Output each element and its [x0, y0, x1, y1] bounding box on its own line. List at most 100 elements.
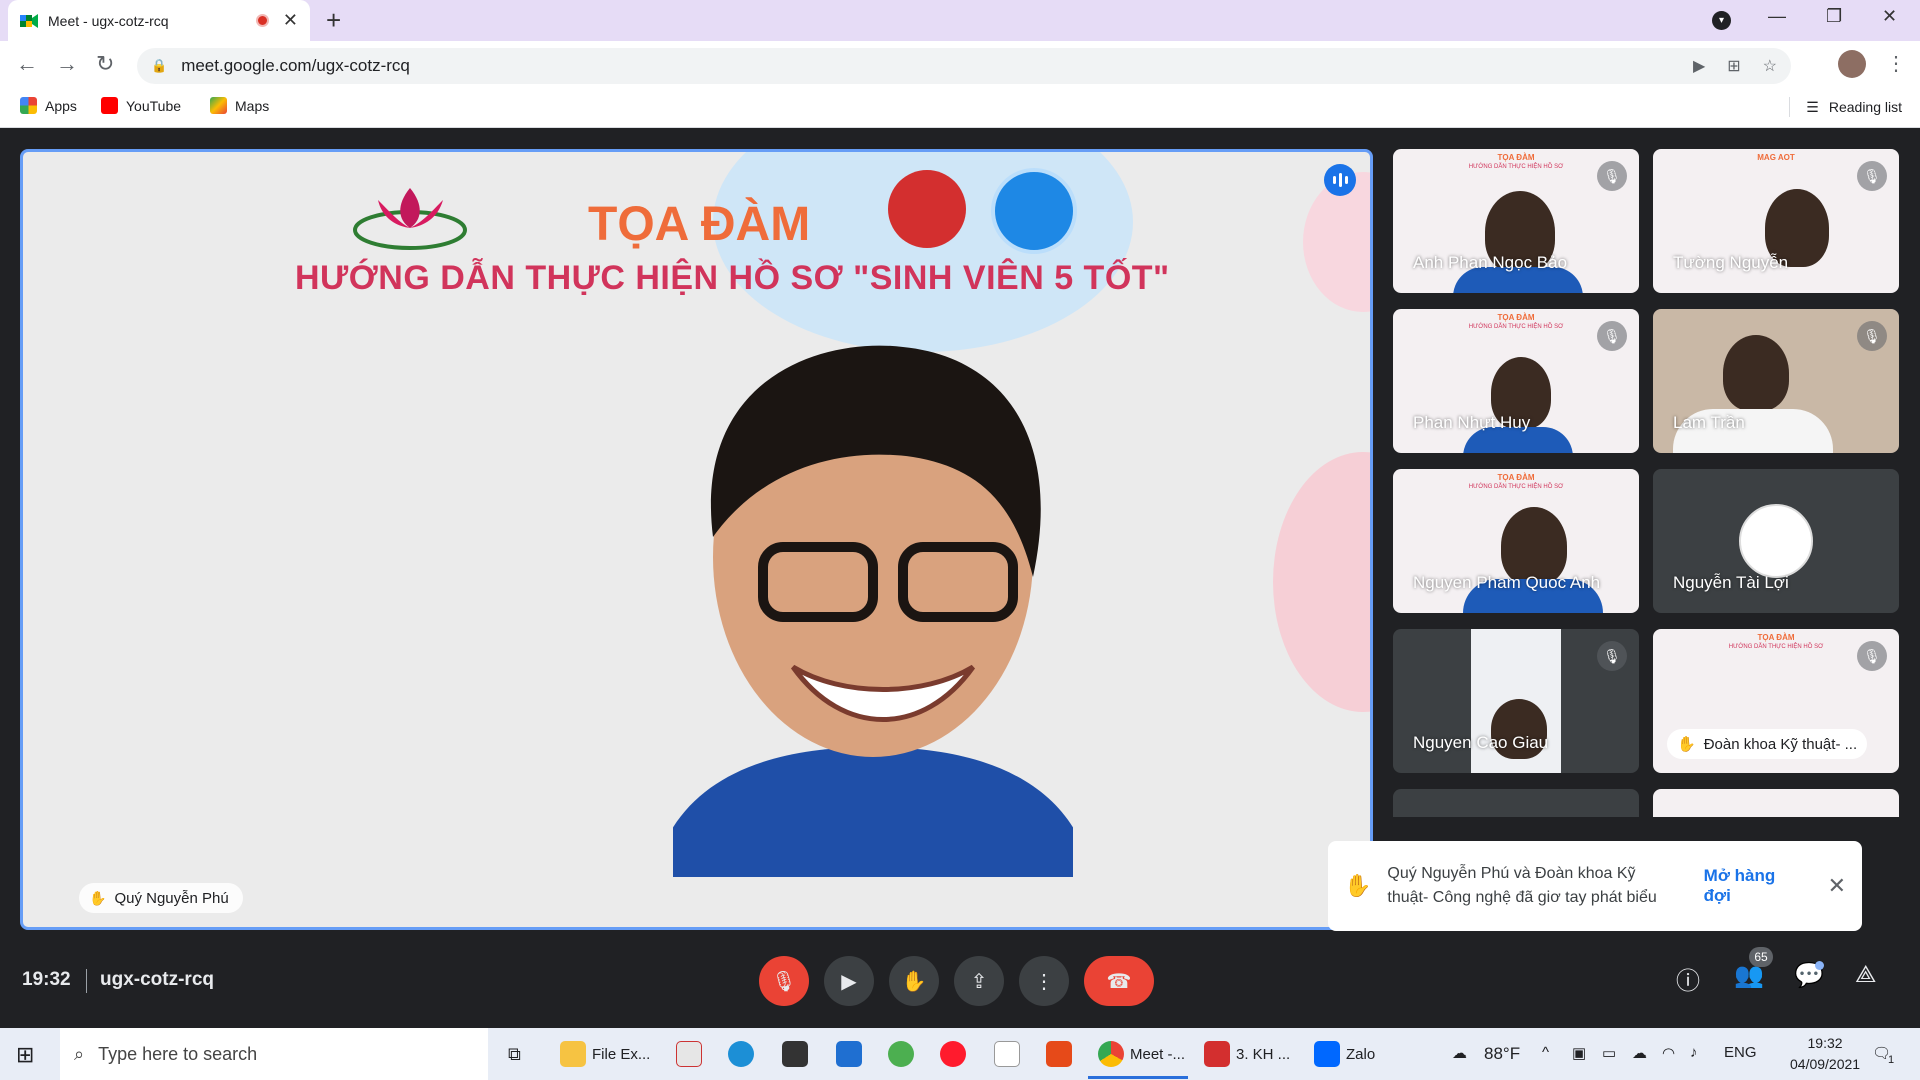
minimize-button[interactable]: — [1768, 6, 1786, 27]
participant-tile[interactable] [1393, 789, 1639, 817]
maps-icon [210, 97, 227, 114]
close-tab-icon[interactable]: ✕ [283, 10, 298, 31]
show-hidden-icons[interactable]: ^ [1542, 1044, 1549, 1061]
raise-hand-button[interactable]: ✋ [889, 956, 939, 1006]
taskbar-app-label: Meet -... [1130, 1045, 1186, 1063]
participant-tile[interactable]: TỌA ĐÀM HƯỚNG DẪN THỰC HIỆN HỒ SƠ 🎙 Phan … [1393, 309, 1639, 453]
participant-tile[interactable]: TỌA ĐÀM HƯỚNG DẪN THỰC HIỆN HỒ SƠ 🎙 Anh P… [1393, 149, 1639, 293]
taskbar-document[interactable] [994, 1038, 1026, 1070]
activities-icon[interactable]: ⟁ [1855, 961, 1876, 989]
new-tab-button[interactable]: + [326, 6, 341, 34]
battery-icon[interactable]: ▭ [1602, 1044, 1616, 1062]
participant-name: Anh Phan Ngọc Bảo [1413, 253, 1568, 272]
taskbar-mail[interactable] [836, 1038, 868, 1070]
lock-icon[interactable]: 🔒 [151, 58, 167, 74]
speaking-indicator-icon [1324, 164, 1356, 196]
taskbar-opera[interactable] [940, 1038, 972, 1070]
onedrive-icon[interactable]: ☁ [1632, 1044, 1647, 1062]
network-icon[interactable]: ◠ [1662, 1044, 1675, 1062]
recording-indicator-icon [255, 14, 269, 27]
reading-list[interactable]: ☰ Reading list [1789, 97, 1902, 117]
profile-avatar[interactable] [1838, 50, 1866, 78]
unread-indicator [1815, 961, 1824, 970]
meet-tray-icon[interactable]: ▣ [1572, 1044, 1586, 1062]
taskbar-chrome-meet[interactable]: Meet -... [1098, 1038, 1185, 1070]
search-icon: ⌕ [74, 1043, 85, 1064]
meet-stage: TỌA ĐÀM HƯỚNG DẪN THỰC HIỆN HỒ SƠ "SINH … [0, 129, 1920, 1028]
camera-in-use-icon[interactable]: ▶ [1693, 56, 1705, 76]
tab-search-icon[interactable]: ▾ [1712, 11, 1731, 30]
bookmark-label: Maps [235, 97, 270, 114]
system-clock[interactable]: 19:32 04/09/2021 [1790, 1033, 1860, 1075]
people-count-badge: 65 [1749, 947, 1773, 967]
bookmark-star-icon[interactable]: ☆ [1763, 56, 1777, 76]
more-options-button[interactable]: ⋮ [1019, 956, 1069, 1006]
participant-name: Nguyễn Tài Lợi [1673, 573, 1789, 592]
main-speaker-tile[interactable]: TỌA ĐÀM HƯỚNG DẪN THỰC HIỆN HỒ SƠ "SINH … [20, 149, 1373, 930]
taskbar-app-green[interactable] [888, 1038, 920, 1070]
browser-toolbar: ← → ↻ 🔒 meet.google.com/ugx-cotz-rcq ▶ ⊞… [0, 41, 1920, 90]
taskbar-wps[interactable]: 3. KH ... [1204, 1038, 1290, 1070]
taskbar-app-label: File Ex... [592, 1045, 651, 1063]
forward-button[interactable]: → [56, 51, 78, 77]
taskbar-edge[interactable] [728, 1038, 760, 1070]
zalo-icon [1314, 1041, 1340, 1067]
browser-menu-icon[interactable]: ⋮ [1886, 51, 1906, 76]
close-icon[interactable]: ✕ [1828, 873, 1846, 899]
participant-tile[interactable]: 🎙 Lam Trần [1653, 309, 1899, 453]
participant-tile[interactable]: Nguyễn Tài Lợi [1653, 469, 1899, 613]
participant-name: Đoàn khoa Kỹ thuật- ... [1703, 735, 1858, 753]
close-window-button[interactable]: ✕ [1882, 6, 1897, 27]
mic-toggle-button[interactable]: 🎙 [759, 956, 809, 1006]
taskbar-store[interactable] [782, 1038, 814, 1070]
app-icon [676, 1041, 702, 1067]
volume-icon[interactable]: ♪ [1690, 1044, 1698, 1061]
banner-title: TỌA ĐÀM [588, 198, 811, 251]
camera-toggle-button[interactable]: ▶ [824, 956, 874, 1006]
windows-taskbar: ⊞ ⌕ Type here to search ⧉ File Ex... Mee… [0, 1028, 1920, 1080]
leave-call-button[interactable]: ☎ [1084, 956, 1154, 1006]
address-bar[interactable]: 🔒 meet.google.com/ugx-cotz-rcq ▶ ⊞ ☆ [137, 48, 1791, 84]
participant-name: Nguyen Cao Giau [1413, 733, 1549, 752]
restore-button[interactable]: ❐ [1826, 6, 1842, 27]
bookmark-apps[interactable]: Apps [20, 97, 77, 114]
present-button[interactable]: ⇪ [954, 956, 1004, 1006]
browser-tab-meet[interactable]: Meet - ugx-cotz-rcq ✕ [8, 0, 310, 41]
taskbar-file-explorer[interactable]: File Ex... [560, 1038, 650, 1070]
weather-temp[interactable]: 88°F [1484, 1044, 1520, 1064]
mic-off-icon: 🎙 [1857, 161, 1887, 191]
raised-hand-icon: ✋ [89, 889, 107, 906]
participant-tile[interactable]: MAG AOT 🎙 Tường Nguyễn [1653, 149, 1899, 293]
participant-name: Lam Trần [1673, 413, 1745, 432]
meet-favicon-icon [20, 13, 38, 28]
main-speaker-name: ✋ Quý Nguyễn Phú [79, 883, 243, 913]
windows-start-icon[interactable]: ⊞ [16, 1042, 34, 1068]
more-vert-icon: ⋮ [1034, 970, 1054, 993]
meeting-details-icon[interactable]: ⓘ [1676, 961, 1700, 996]
document-icon [994, 1041, 1020, 1067]
participant-tile[interactable]: 🎙 Nguyen Cao Giau [1393, 629, 1639, 773]
mic-off-icon: 🎙 [1597, 321, 1627, 351]
folder-icon [560, 1041, 586, 1067]
open-queue-link[interactable]: Mở hàng đợi [1704, 866, 1798, 906]
speaker-video-figure [673, 345, 1073, 877]
weather-icon[interactable]: ☁ [1452, 1044, 1467, 1062]
participant-tile[interactable] [1653, 789, 1899, 817]
bookmark-maps[interactable]: Maps [210, 97, 269, 114]
participant-tile[interactable]: TỌA ĐÀM HƯỚNG DẪN THỰC HIỆN HỒ SƠ 🎙 ✋ Đoà… [1653, 629, 1899, 773]
bookmark-label: Apps [45, 97, 77, 114]
task-view-icon[interactable]: ⧉ [508, 1044, 521, 1065]
language-indicator[interactable]: ENG [1724, 1044, 1757, 1061]
taskbar-search-box[interactable]: ⌕ Type here to search [60, 1028, 488, 1080]
reload-button[interactable]: ↻ [96, 51, 114, 77]
tab-title: Meet - ugx-cotz-rcq [48, 12, 169, 29]
taskbar-office[interactable] [1046, 1038, 1078, 1070]
taskbar-zalo[interactable]: Zalo [1314, 1038, 1375, 1070]
reading-list-label: Reading list [1828, 99, 1902, 115]
back-button[interactable]: ← [16, 51, 38, 77]
participant-tile[interactable]: TỌA ĐÀM HƯỚNG DẪN THỰC HIỆN HỒ SƠ Nguyen … [1393, 469, 1639, 613]
search-placeholder: Type here to search [98, 1043, 258, 1064]
translate-icon[interactable]: ⊞ [1727, 56, 1740, 76]
taskbar-app-pinned[interactable] [676, 1038, 708, 1070]
bookmark-youtube[interactable]: YouTube [101, 97, 181, 114]
